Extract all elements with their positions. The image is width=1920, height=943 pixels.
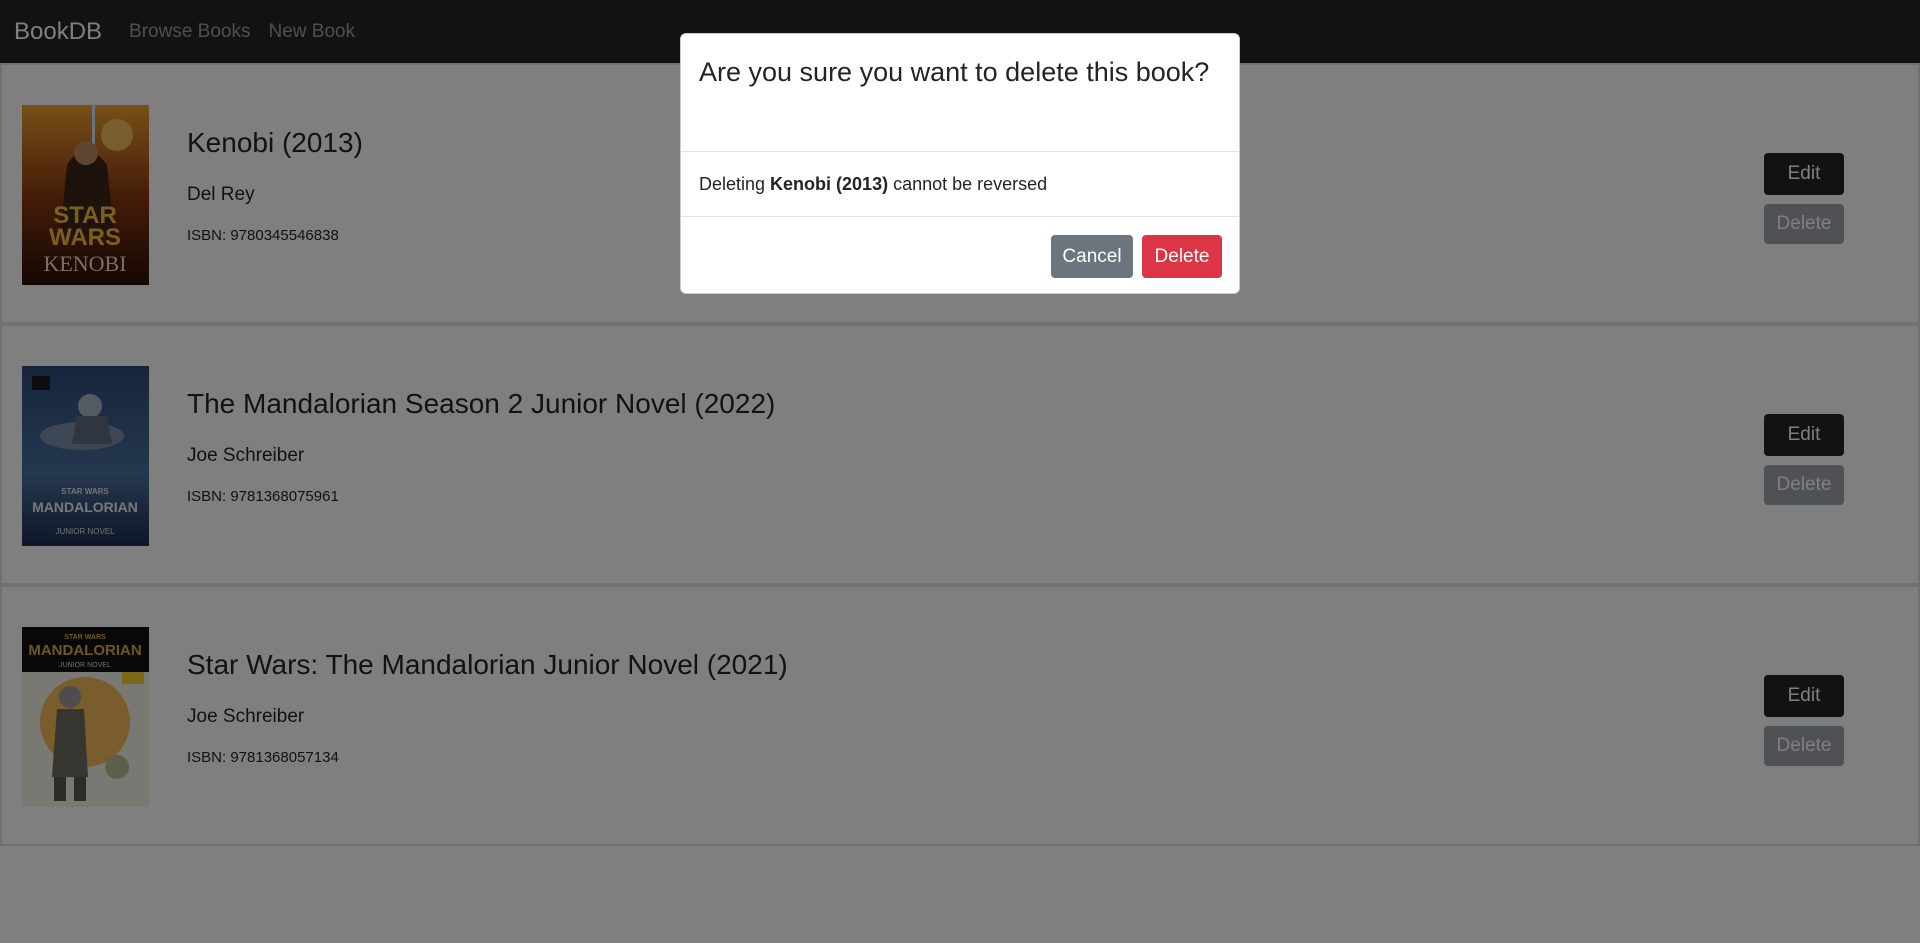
- modal-header: Are you sure you want to delete this boo…: [681, 34, 1239, 152]
- modal-body-suffix: cannot be reversed: [893, 173, 1048, 194]
- modal-title: Are you sure you want to delete this boo…: [699, 57, 1210, 87]
- modal-footer: Cancel Delete: [681, 217, 1239, 294]
- modal-body-book-name: Kenobi (2013): [770, 173, 889, 194]
- cancel-button[interactable]: Cancel: [1051, 235, 1133, 278]
- confirm-delete-button[interactable]: Delete: [1142, 235, 1222, 278]
- delete-confirm-modal: Are you sure you want to delete this boo…: [680, 33, 1240, 294]
- modal-body-prefix: Deleting: [699, 173, 766, 194]
- modal-body: Deleting Kenobi (2013) cannot be reverse…: [681, 152, 1239, 217]
